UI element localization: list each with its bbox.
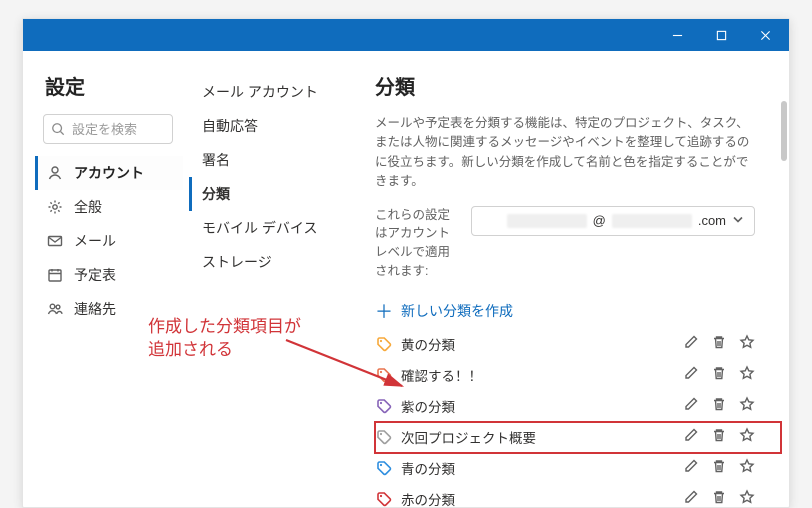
create-category-button[interactable]: ＋ 新しい分類を作成 [375,295,781,327]
tag-icon [375,490,393,507]
favorite-icon[interactable] [739,365,755,386]
nav-calendar[interactable]: 予定表 [35,258,183,292]
category-row[interactable]: 赤の分類 [375,484,781,508]
category-list: 黄の分類確認する！！紫の分類次回プロジェクト概要青の分類赤の分類緑の分類 [375,329,781,508]
category-name: 確認する！！ [401,365,683,385]
subnav-mobile-devices[interactable]: モバイル デバイス [189,211,345,245]
delete-icon[interactable] [711,365,727,386]
category-row[interactable]: 次回プロジェクト概要 [375,422,781,453]
category-name: 次回プロジェクト概要 [401,427,683,447]
tag-icon [375,459,393,477]
category-name: 黄の分類 [401,334,683,354]
category-name: 赤の分類 [401,489,683,507]
account-at: @ [593,213,606,228]
category-row[interactable]: 黄の分類 [375,329,781,360]
nav-label: メール [74,231,116,251]
category-row[interactable]: 確認する！！ [375,360,781,391]
window-maximize-button[interactable] [699,19,743,51]
category-row[interactable]: 紫の分類 [375,391,781,422]
subnav-storage[interactable]: ストレージ [189,245,345,279]
window-minimize-button[interactable] [655,19,699,51]
chevron-down-icon [732,213,744,228]
settings-title: 設定 [45,71,183,100]
category-name: 紫の分類 [401,396,683,416]
favorite-icon[interactable] [739,427,755,448]
main-description: メールや予定表を分類する機能は、特定のプロジェクト、タスク、または人物に関連する… [375,114,781,192]
gear-icon [46,199,64,215]
category-name: 青の分類 [401,458,683,478]
titlebar [23,19,789,51]
favorite-icon[interactable] [739,334,755,355]
account-select[interactable]: @ .com [471,206,755,236]
main-title: 分類 [375,71,781,100]
create-category-label: 新しい分類を作成 [401,301,513,321]
category-row[interactable]: 青の分類 [375,453,781,484]
settings-nav: アカウント 全般 メール 予定表 [35,156,183,326]
favorite-icon[interactable] [739,458,755,479]
delete-icon[interactable] [711,396,727,417]
settings-subnav: メール アカウント 自動応答 署名 分類 モバイル デバイス ストレージ [183,51,351,507]
account-redacted-local [507,214,587,228]
nav-mail[interactable]: メール [35,224,183,258]
people-icon [46,301,64,317]
delete-icon[interactable] [711,458,727,479]
tag-icon [375,335,393,353]
nav-label: アカウント [74,163,144,183]
nav-label: 予定表 [74,265,116,285]
edit-icon[interactable] [683,365,699,386]
account-redacted-domain [612,214,692,228]
main-panel: 分類 メールや予定表を分類する機能は、特定のプロジェクト、タスク、または人物に関… [351,51,789,507]
nav-label: 全般 [74,197,102,217]
delete-icon[interactable] [711,489,727,508]
plus-icon: ＋ [375,298,393,324]
tag-icon [375,397,393,415]
subnav-autoreply[interactable]: 自動応答 [189,109,345,143]
nav-general[interactable]: 全般 [35,190,183,224]
edit-icon[interactable] [683,396,699,417]
account-suffix: .com [698,213,726,228]
delete-icon[interactable] [711,427,727,448]
scrollbar-thumb[interactable] [781,101,787,161]
settings-window: 設定 アカウント 全般 メール [22,18,790,508]
mail-icon [46,233,64,249]
delete-icon[interactable] [711,334,727,355]
edit-icon[interactable] [683,489,699,508]
subnav-signature[interactable]: 署名 [189,143,345,177]
subnav-mail-accounts[interactable]: メール アカウント [189,75,345,109]
account-scope-label: これらの設定はアカウント レベルで適用されます: [375,206,461,281]
person-icon [46,165,64,181]
favorite-icon[interactable] [739,489,755,508]
subnav-categories[interactable]: 分類 [189,177,345,211]
tag-icon [375,428,393,446]
tag-icon [375,366,393,384]
window-close-button[interactable] [743,19,787,51]
nav-label: 連絡先 [74,299,116,319]
calendar-icon [46,267,64,283]
edit-icon[interactable] [683,334,699,355]
nav-account[interactable]: アカウント [35,156,183,190]
edit-icon[interactable] [683,427,699,448]
favorite-icon[interactable] [739,396,755,417]
nav-contacts[interactable]: 連絡先 [35,292,183,326]
edit-icon[interactable] [683,458,699,479]
search-icon [51,122,65,141]
settings-sidebar: 設定 アカウント 全般 メール [23,51,183,507]
